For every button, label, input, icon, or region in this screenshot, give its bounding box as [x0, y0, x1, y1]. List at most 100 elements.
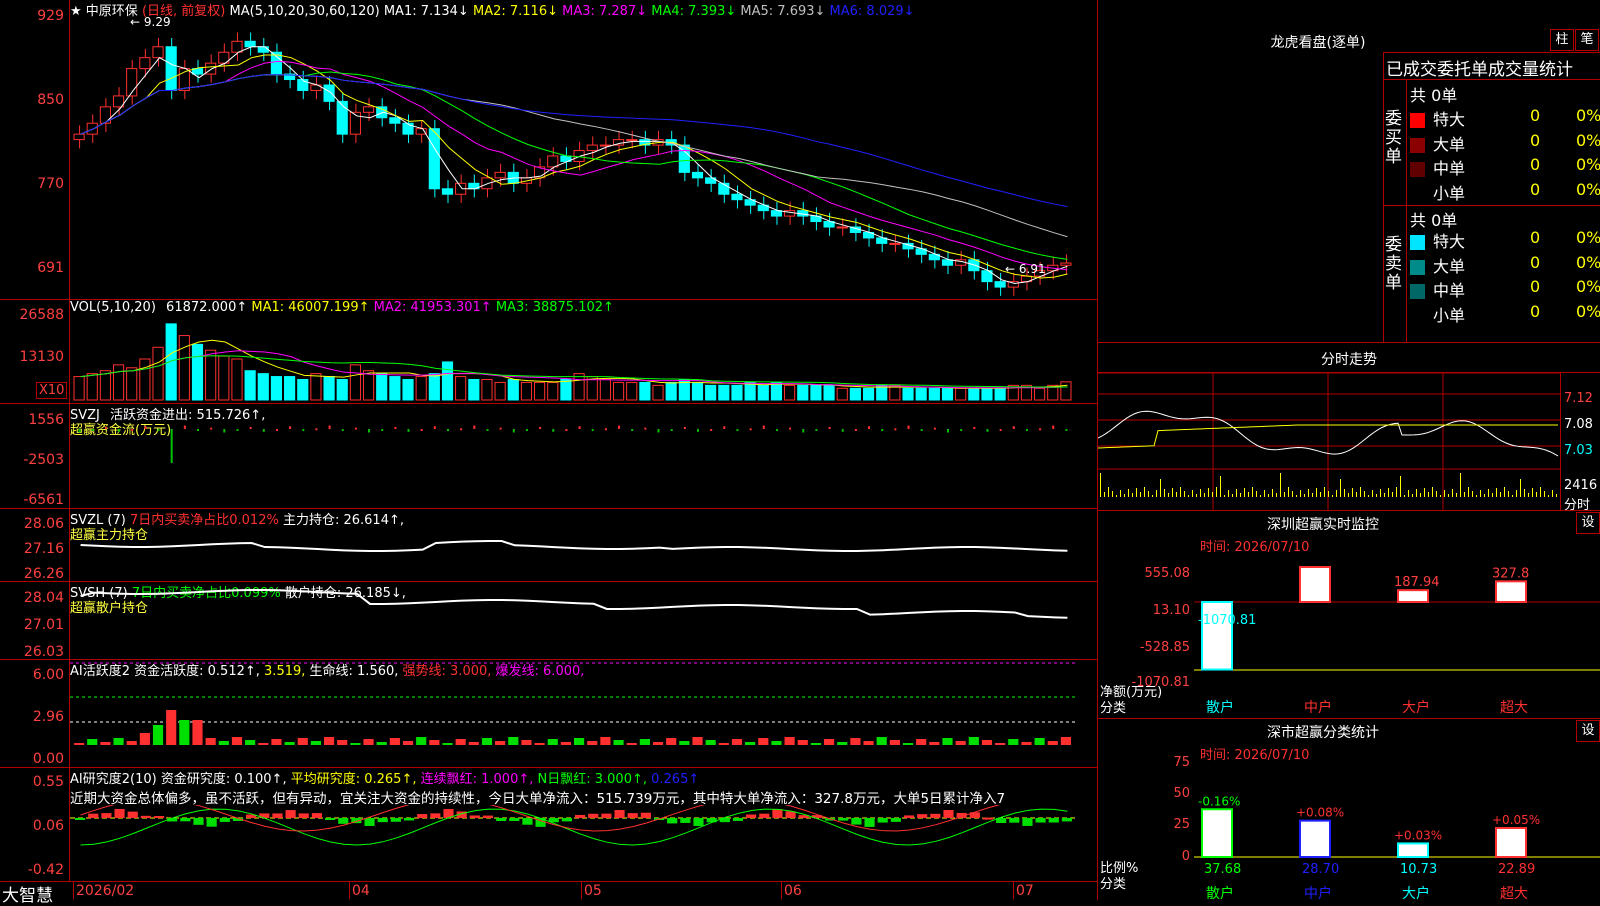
vol-ma-value-2: MA2: 41953.301↑	[369, 300, 492, 315]
intraday-vol-bar	[1164, 489, 1165, 497]
research-bar	[693, 818, 704, 826]
classify-change-label: +0.05%	[1492, 813, 1540, 827]
order-count: 0	[1530, 106, 1541, 125]
btn-stroke[interactable]: 笔	[1575, 29, 1599, 51]
flow-bar	[644, 427, 647, 430]
research-bar	[298, 813, 309, 818]
intraday-vol-bar	[1176, 492, 1177, 497]
order-type: 特大	[1433, 110, 1466, 129]
volume-bar	[494, 381, 506, 401]
intraday-vol-bar	[1412, 494, 1413, 497]
activity-bar	[929, 742, 940, 745]
monitor-axis-2: 13.10	[1152, 603, 1190, 618]
intra-label-2: 7.08	[1564, 417, 1593, 432]
order-count: 0	[1530, 130, 1541, 150]
monitor-settings-button[interactable]: 设	[1576, 512, 1600, 534]
volume-bar	[99, 370, 111, 401]
classify-settings-button[interactable]: 设	[1576, 720, 1600, 742]
volume-bar	[310, 373, 322, 401]
intraday-vol-bar	[1416, 489, 1417, 497]
candle-body	[73, 133, 85, 141]
ma-line-1	[80, 46, 1068, 284]
activity-bar	[166, 710, 177, 745]
intraday-vol-bar	[1248, 492, 1249, 497]
activity-bar	[745, 742, 756, 745]
retail-holding-chart[interactable]	[70, 582, 1097, 659]
order-type: 小单	[1433, 305, 1466, 325]
order-count: 0	[1530, 155, 1541, 174]
classify-bar-散户	[1201, 808, 1233, 858]
volume-bar	[284, 376, 296, 401]
ai1-axis-1: 6.00	[32, 667, 64, 683]
classify-value-label: 10.73	[1400, 862, 1437, 877]
btn-column[interactable]: 柱	[1550, 29, 1574, 51]
chart-header: ★ 中原环保 (日线, 前复权) MA(5,10,20,30,60,120) M…	[70, 0, 915, 19]
volume-bar	[178, 335, 190, 401]
intraday-vol-bar	[1524, 489, 1525, 497]
intraday-vol-bar	[1492, 493, 1493, 497]
flow-bar	[894, 428, 897, 431]
research-chart[interactable]	[70, 805, 1097, 881]
activity-bar	[402, 741, 414, 745]
vol-unit-badge: X10	[36, 382, 68, 399]
intraday-vol-bar	[1444, 490, 1445, 497]
candle-body	[481, 177, 493, 190]
intraday-vol-bar	[1204, 493, 1205, 497]
fund-flow-chart[interactable]	[70, 404, 1097, 508]
main-holding-chart[interactable]	[70, 509, 1097, 581]
activity-bar	[192, 720, 203, 745]
zj-axis-3: -6561	[23, 492, 64, 508]
activity-bar	[652, 742, 664, 745]
candlestick-chart[interactable]	[70, 18, 1097, 298]
intraday-vol-bar	[1352, 488, 1353, 497]
flow-bar	[933, 427, 936, 430]
date-label-3: 06	[784, 883, 802, 899]
classify-bar-chart[interactable]: -0.16% 37.68 +0.08% 28.70 +0.03% 10.73 +0.05% 2…	[1194, 760, 1600, 890]
vol-axis-mid: 13130	[19, 349, 64, 365]
intraday-vol-bar	[1216, 487, 1217, 497]
research-bar	[206, 818, 217, 827]
activity-bar	[902, 743, 914, 745]
intraday-vol-bar	[1380, 489, 1381, 497]
volume-bar	[810, 384, 822, 401]
intraday-vol-bar	[1316, 488, 1317, 497]
flow-bar	[565, 429, 568, 431]
research-bar	[877, 818, 888, 823]
ma-line-3	[80, 60, 1068, 271]
sell-row-2: 中单 0 0%	[1410, 277, 1600, 301]
monitor-bar-chart[interactable]: -1070.81 555.08 187.94 327.8	[1194, 565, 1600, 715]
activity-bar	[587, 741, 598, 745]
buy-label: 委买单	[1385, 109, 1402, 167]
order-count: 0	[1530, 179, 1541, 199]
intraday-chart[interactable]	[1098, 373, 1560, 510]
flow-bar	[539, 426, 542, 429]
volume-bar	[547, 381, 559, 401]
flow-bar	[131, 429, 134, 431]
order-type: 中单	[1433, 159, 1466, 178]
star-icon[interactable]: ★	[70, 4, 82, 19]
flow-bar	[249, 426, 252, 429]
research-bar	[285, 810, 296, 818]
research-bar	[364, 818, 375, 826]
activity-bar	[547, 739, 558, 745]
volume-bar	[165, 323, 177, 401]
monitor-bar-大户	[1397, 589, 1429, 603]
intraday-vol-bar	[1512, 495, 1513, 497]
intraday-vol-bar	[1152, 495, 1153, 497]
flow-bar	[341, 429, 344, 431]
volume-bar	[402, 379, 414, 401]
research-bar	[601, 813, 612, 818]
intraday-vol-bar	[1496, 488, 1497, 497]
candle-body	[626, 139, 638, 142]
activity-chart[interactable]	[70, 660, 1097, 767]
intraday-vol-bar	[1392, 492, 1393, 497]
main-chart-area[interactable]: ★ 中原环保 (日线, 前复权) MA(5,10,20,30,60,120) M…	[0, 0, 1098, 906]
classify-cat-1: 中户	[1304, 886, 1332, 902]
candle-body	[165, 46, 177, 91]
volume-bar	[534, 381, 546, 401]
volume-chart[interactable]	[70, 315, 1097, 402]
volume-bar	[849, 387, 861, 401]
intraday-vol-bar	[1396, 487, 1397, 497]
flow-bar	[104, 426, 107, 429]
classify-change-label: +0.03%	[1394, 828, 1442, 842]
